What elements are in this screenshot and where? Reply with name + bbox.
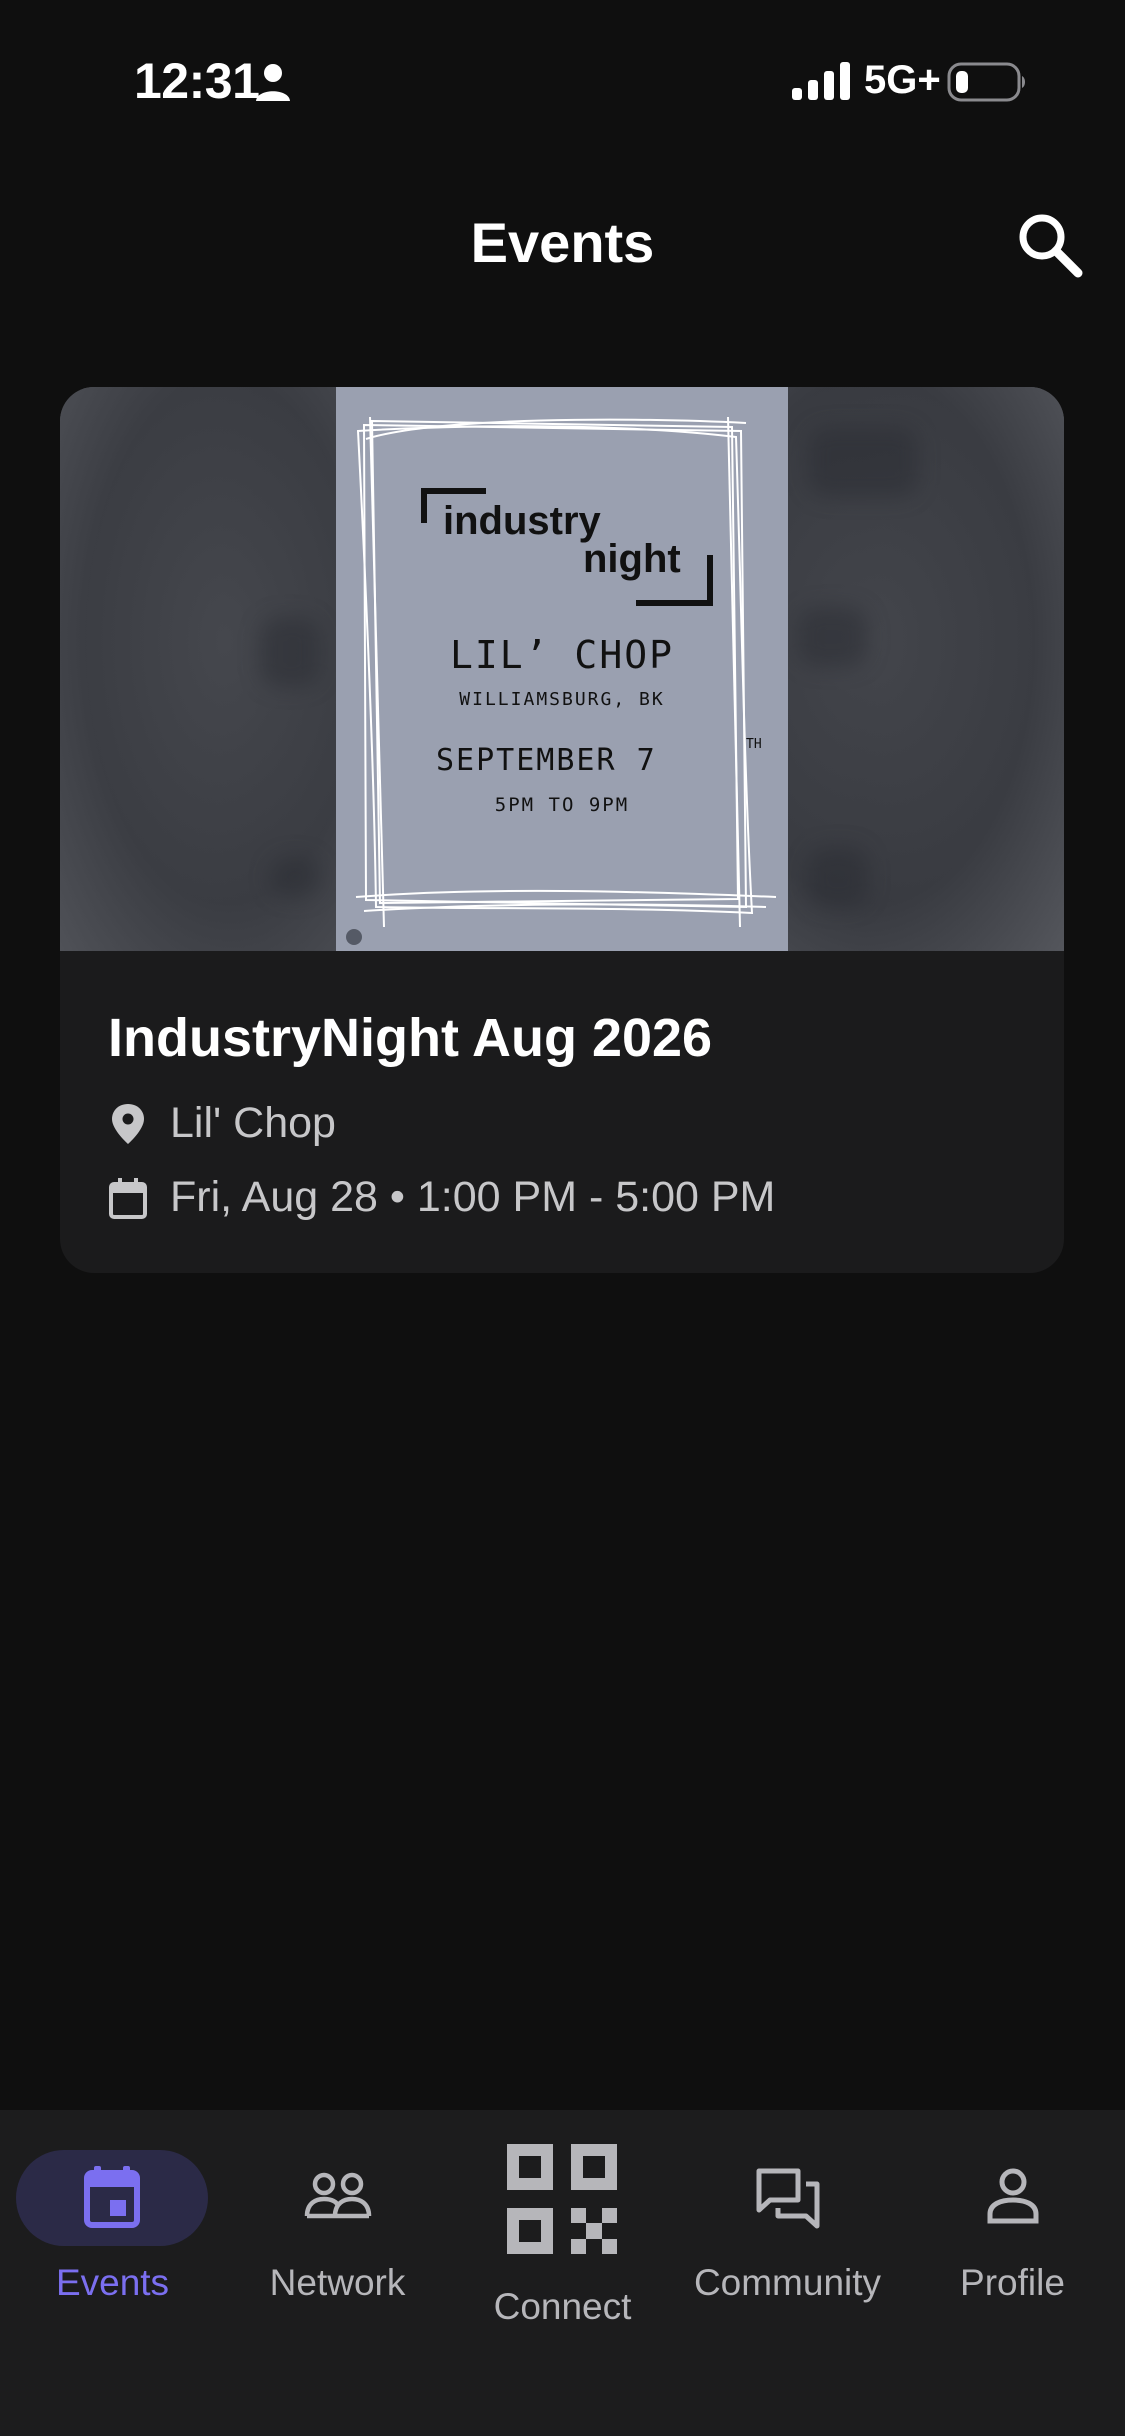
status-bar: 12:31 5G+ (0, 0, 1125, 165)
poster-blur-left (60, 387, 336, 951)
chat-bubbles-icon (756, 2168, 820, 2229)
poster-blur-right (788, 387, 1064, 951)
search-icon[interactable] (1015, 210, 1085, 280)
poster-date: SEPTEMBER 7 (436, 743, 657, 778)
poster-brand-line1: industry (443, 499, 601, 543)
instagram-badge-icon (346, 929, 362, 945)
calendar-icon (84, 2166, 140, 2228)
nav-network[interactable]: Network (225, 2110, 450, 2436)
nav-label-profile: Profile (960, 2262, 1065, 2303)
nav-label-events: Events (55, 2262, 170, 2303)
qr-code-icon (507, 2144, 617, 2254)
event-title: IndustryNight Aug 2026 (108, 1008, 713, 1068)
person-status-icon (256, 64, 290, 101)
page-title: Events (470, 211, 655, 274)
poster-area: WILLIAMSBURG, BK (459, 689, 665, 710)
event-datetime-row: Fri, Aug 28 • 1:00 PM - 5:00 PM (108, 1173, 775, 1222)
people-icon (304, 2172, 372, 2219)
poster-date-suffix: TH (746, 737, 762, 752)
event-venue-row: Lil' Chop (108, 1099, 336, 1148)
person-icon (987, 2168, 1039, 2224)
battery-icon (947, 62, 1025, 102)
event-image: industry night LIL’ CHOP WILLIAMSBURG, B… (60, 387, 1064, 951)
poster-venue: LIL’ CHOP (450, 633, 674, 677)
status-time: 12:31 (134, 53, 260, 109)
nav-label-connect: Connect (493, 2286, 632, 2327)
nav-events[interactable]: Events (0, 2110, 225, 2436)
nav-profile[interactable]: Profile (900, 2110, 1125, 2436)
nav-label-network: Network (269, 2262, 406, 2303)
nav-label-community: Community (693, 2262, 882, 2303)
nav-community[interactable]: Community (675, 2110, 900, 2436)
poster-time: 5PM TO 9PM (494, 794, 630, 816)
events-screen: 12:31 5G+ Events industry night LIL’ CHO… (0, 0, 1125, 2436)
calendar-icon (109, 1177, 147, 1219)
location-pin-icon (112, 1103, 144, 1144)
event-venue: Lil' Chop (170, 1099, 336, 1147)
poster-brand-line2: night (583, 537, 681, 581)
nav-connect[interactable]: Connect (450, 2110, 675, 2436)
event-datetime: Fri, Aug 28 • 1:00 PM - 5:00 PM (170, 1173, 776, 1221)
signal-strength-icon (792, 62, 850, 100)
network-type: 5G+ (864, 58, 941, 102)
bottom-nav: Events Network Connect Community Profile (0, 2110, 1125, 2436)
event-card[interactable]: industry night LIL’ CHOP WILLIAMSBURG, B… (60, 387, 1064, 1273)
event-poster: industry night LIL’ CHOP WILLIAMSBURG, B… (336, 387, 788, 951)
